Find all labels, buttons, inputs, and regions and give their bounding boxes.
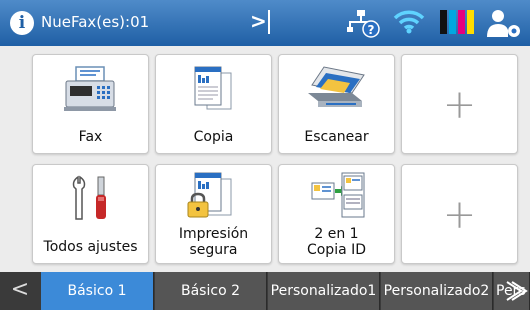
secure-print-label-line1: Impresión [178, 226, 249, 242]
fax-icon [64, 66, 116, 111]
id-copy-tile[interactable]: 2 en 1 Copia ID [278, 164, 395, 264]
secure-print-icon [187, 172, 232, 218]
fax-label: Fax [78, 129, 103, 145]
add-shortcut-tile-1[interactable]: + [401, 54, 518, 154]
status-bar: i NueFax(es):01 > ? [0, 0, 530, 46]
add-shortcut-tile-2[interactable]: + [401, 164, 518, 264]
secure-print-label-line2: segura [189, 242, 238, 258]
tab-bar: < Básico 1 Básico 2 Personalizado1 Perso… [0, 272, 530, 310]
id-copy-label-line1: 2 en 1 [314, 226, 359, 242]
copy-label: Copia [193, 129, 234, 145]
tab-basico-1[interactable]: Básico 1 [41, 272, 154, 310]
wifi-icon[interactable] [392, 7, 426, 35]
secure-print-tile[interactable]: Impresión segura [155, 164, 272, 264]
tab-basico-2[interactable]: Básico 2 [155, 272, 267, 310]
scanner-icon [308, 66, 365, 107]
tools-icon [72, 175, 106, 220]
scan-tile[interactable]: Escanear [278, 54, 395, 154]
wired-network-status-icon[interactable]: ? [347, 8, 381, 38]
id-copy-label: 2 en 1 Copia ID [279, 226, 394, 258]
copy-tile[interactable]: Copia [155, 54, 272, 154]
scroll-right-icon[interactable] [503, 272, 530, 310]
plus-icon: + [442, 82, 477, 128]
divider [268, 10, 270, 34]
tab-personalizado-1[interactable]: Personalizado1 [268, 272, 380, 310]
ink-level-icon[interactable] [440, 10, 474, 34]
secure-print-label: Impresión segura [156, 226, 271, 258]
copy-icon [194, 66, 232, 110]
chevron-right-icon[interactable]: > [250, 9, 267, 33]
id-copy-label-line2: Copia ID [306, 242, 367, 258]
svg-text:?: ? [368, 23, 375, 37]
info-icon[interactable]: i [10, 11, 34, 35]
user-settings-icon[interactable] [484, 7, 524, 39]
fax-tile[interactable]: Fax [32, 54, 149, 154]
all-settings-tile[interactable]: Todos ajustes [32, 164, 149, 264]
tab-personalizado-2[interactable]: Personalizado2 [381, 272, 493, 310]
id-copy-icon [311, 172, 365, 218]
all-settings-label: Todos ajustes [43, 239, 138, 255]
scan-label: Escanear [304, 129, 369, 145]
prev-page-icon[interactable]: < [0, 272, 40, 310]
plus-icon: + [442, 192, 477, 238]
new-fax-count[interactable]: NueFax(es):01 [41, 13, 149, 31]
